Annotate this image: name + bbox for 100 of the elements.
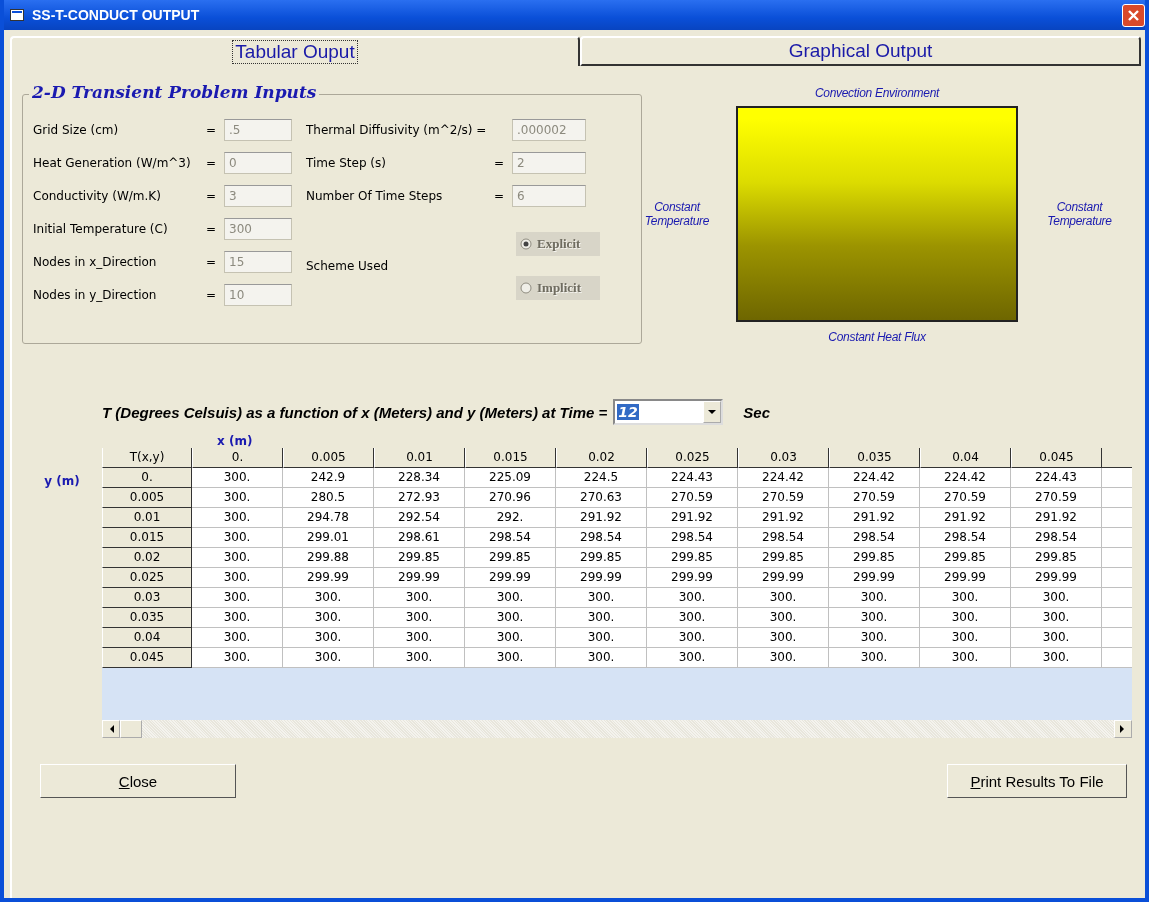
close-dialog-button[interactable]: Close: [40, 764, 236, 798]
table-cell: 272.93: [374, 488, 465, 508]
table-cell: 228.34: [374, 468, 465, 488]
table-cell: 299.85: [556, 548, 647, 568]
close-button[interactable]: [1122, 3, 1145, 27]
table-cell: [1102, 528, 1132, 548]
tab[interactable]: Tabular Ouput: [10, 36, 580, 66]
scroll-thumb[interactable]: [120, 720, 142, 738]
field-label: Nodes in y_Direction: [33, 287, 158, 302]
equals-sign: =: [204, 122, 218, 137]
row-header-cell: 0.: [102, 468, 192, 488]
table-cell: 300.: [192, 588, 283, 608]
table-cell: 300.: [1011, 608, 1102, 628]
table-cell: 270.63: [556, 488, 647, 508]
header-cell: 0.005: [283, 448, 374, 468]
header-cell: 0.01: [374, 448, 465, 468]
table-cell: 224.43: [647, 468, 738, 488]
table-cell: 298.61: [374, 528, 465, 548]
table-cell: 300.: [192, 468, 283, 488]
scroll-right-button[interactable]: [1114, 720, 1132, 738]
table-cell: 299.85: [465, 548, 556, 568]
input-field[interactable]: 2: [512, 151, 586, 174]
row-header-cell: 0.035: [102, 608, 192, 628]
left-arrow-icon: [108, 725, 114, 733]
radio-button[interactable]: Implicit: [516, 276, 600, 300]
table-cell: 299.99: [829, 568, 920, 588]
table-cell: 300.: [556, 628, 647, 648]
table-cell: 300.: [283, 648, 374, 668]
time-dropdown[interactable]: 12: [613, 399, 724, 425]
table-cell: 300.: [647, 648, 738, 668]
input-field[interactable]: 10: [224, 283, 292, 306]
input-field[interactable]: 15: [224, 250, 292, 273]
input-field[interactable]: .5: [224, 118, 292, 141]
table-cell: 300.: [192, 488, 283, 508]
table-cell: 270.59: [920, 488, 1011, 508]
radio-button[interactable]: Explicit: [516, 232, 600, 256]
row-header-cell: 0.02: [102, 548, 192, 568]
input-field[interactable]: .000002: [512, 118, 586, 141]
table-cell: 300.: [1011, 628, 1102, 648]
table-cell: 299.85: [829, 548, 920, 568]
table-cell: 300.: [738, 628, 829, 648]
table-cell: 300.: [556, 648, 647, 668]
table-cell: 300.: [192, 548, 283, 568]
table-cell: 270.96: [465, 488, 556, 508]
row-header-cell: 0.025: [102, 568, 192, 588]
table-cell: 291.92: [1011, 508, 1102, 528]
table-cell: 300.: [283, 588, 374, 608]
table-cell: 270.59: [738, 488, 829, 508]
diagram-label: Constant Heat Flux: [827, 330, 927, 344]
table-cell: 224.42: [920, 468, 1011, 488]
table-cell: 299.99: [1011, 568, 1102, 588]
table-cell: 298.54: [556, 528, 647, 548]
table-cell: 300.: [465, 588, 556, 608]
row-header-cell: 0.045: [102, 648, 192, 668]
horizontal-scrollbar[interactable]: [102, 720, 1132, 738]
header-cell: 0.045: [1011, 448, 1102, 468]
equals-sign: =: [492, 155, 506, 170]
table-cell: 299.85: [1011, 548, 1102, 568]
table-cell: [1102, 548, 1132, 568]
table-cell: 299.01: [283, 528, 374, 548]
table-cell: 300.: [920, 608, 1011, 628]
table-cell: 292.54: [374, 508, 465, 528]
dropdown-button[interactable]: [703, 401, 722, 423]
table-cell: 299.99: [556, 568, 647, 588]
input-field[interactable]: 3: [224, 184, 292, 207]
table-cell: 300.: [283, 628, 374, 648]
table-cell: 270.59: [1011, 488, 1102, 508]
input-field[interactable]: 300: [224, 217, 292, 240]
table-caption: T (Degrees Celsuis) as a function of x (Meters) and y (Meters) at Time =: [102, 403, 608, 421]
header-cell: 0.035: [829, 448, 920, 468]
table-cell: 300.: [465, 648, 556, 668]
row-header-cell: 0.01: [102, 508, 192, 528]
table-cell: 300.: [920, 628, 1011, 648]
field-label: Heat Generation (W/m^3): [33, 155, 192, 170]
row-header-cell: 0.03: [102, 588, 192, 608]
table-cell: 298.54: [465, 528, 556, 548]
scroll-left-button[interactable]: [102, 720, 120, 738]
tab[interactable]: Graphical Output: [580, 36, 1141, 66]
table-cell: 300.: [738, 588, 829, 608]
table-cell: 299.88: [283, 548, 374, 568]
table-cell: 299.85: [738, 548, 829, 568]
table-cell: 300.: [192, 528, 283, 548]
table-cell: 299.85: [647, 548, 738, 568]
equals-sign: =: [492, 188, 506, 203]
print-button[interactable]: Print Results To File: [947, 764, 1127, 798]
table-cell: 300.: [374, 648, 465, 668]
field-label: Nodes in x_Direction: [33, 254, 158, 269]
table-cell: 298.54: [738, 528, 829, 548]
caret-icon: [708, 410, 717, 414]
table-cell: 291.92: [829, 508, 920, 528]
table-cell: 300.: [374, 588, 465, 608]
table-cell: 280.5: [283, 488, 374, 508]
equals-sign: =: [204, 287, 218, 302]
input-field[interactable]: 0: [224, 151, 292, 174]
diagram-label: Convection Environment: [813, 86, 941, 100]
header-cell: 0.03: [738, 448, 829, 468]
table-cell: 300.: [829, 648, 920, 668]
table-cell: 224.43: [1011, 468, 1102, 488]
input-field[interactable]: 6: [512, 184, 586, 207]
table-cell: 291.92: [647, 508, 738, 528]
